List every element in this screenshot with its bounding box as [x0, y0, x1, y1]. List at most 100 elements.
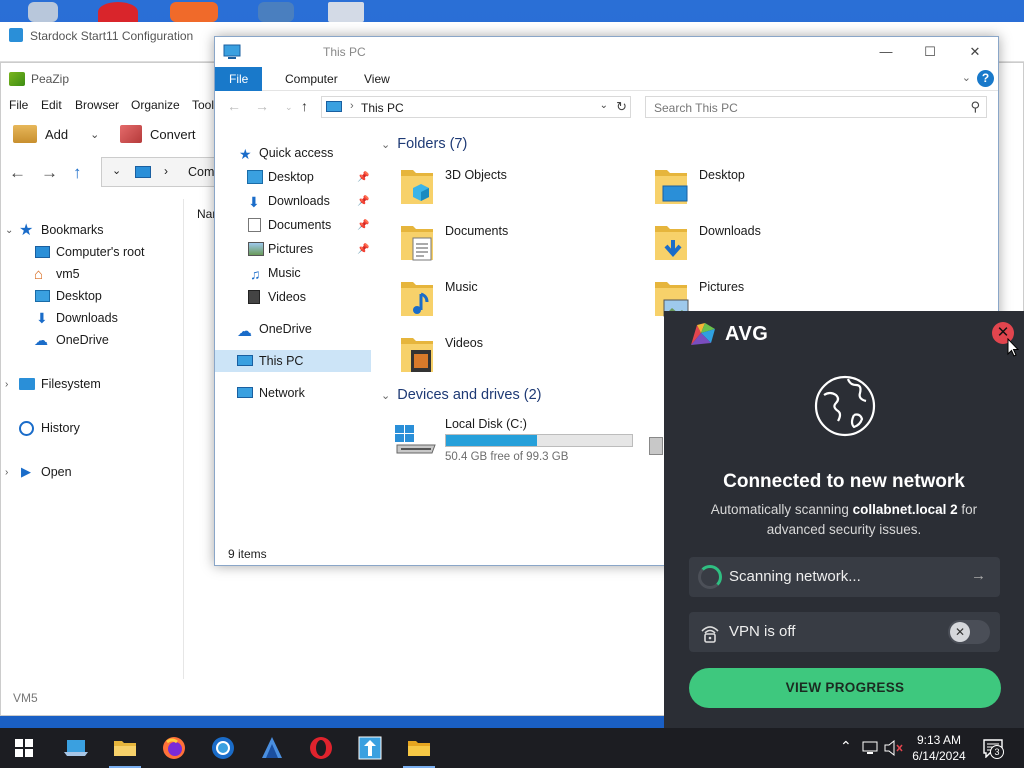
nav-item-network[interactable]: Network	[215, 382, 371, 404]
tab-computer[interactable]: Computer	[271, 67, 352, 91]
nav-item-desktop[interactable]: Desktop 📌	[215, 166, 371, 188]
menu-organize[interactable]: Organize	[131, 98, 180, 112]
address-text: This PC	[361, 101, 404, 115]
taskbar-app[interactable]	[248, 728, 296, 768]
forward-arrow-icon[interactable]: →	[41, 163, 58, 183]
tree-label: OneDrive	[56, 333, 109, 347]
nav-label: Quick access	[259, 146, 334, 160]
taskbar-clock[interactable]: 9:13 AM 6/14/2024	[906, 732, 972, 764]
folders-section-header[interactable]: ⌄ Folders (7)	[381, 136, 467, 152]
close-button[interactable]: ✕	[952, 41, 998, 63]
nav-item-pictures[interactable]: Pictures 📌	[215, 238, 371, 260]
add-button[interactable]: Add ⌄	[13, 125, 99, 143]
tab-view[interactable]: View	[350, 67, 404, 91]
chevron-down-icon[interactable]: ⌄	[5, 225, 13, 236]
view-progress-button[interactable]: VIEW PROGRESS	[689, 668, 1001, 708]
address-bar[interactable]: › This PC ⌄ ↻	[321, 96, 631, 118]
pin-icon[interactable]: 📌	[357, 244, 369, 255]
taskbar-start11[interactable]	[346, 728, 394, 768]
chevron-right-icon[interactable]: ›	[5, 467, 13, 478]
search-icon[interactable]: ⚲	[970, 99, 980, 115]
refresh-icon[interactable]: ↻	[616, 99, 627, 115]
chevron-down-icon[interactable]: ⌄	[90, 128, 99, 141]
computer-icon	[35, 246, 50, 258]
folder-desktop[interactable]: Desktop	[653, 166, 903, 214]
chevron-up-icon[interactable]: ⌃	[840, 738, 852, 755]
app-icon	[262, 737, 282, 758]
peazip-path-box[interactable]: ⌄ › Comp	[101, 157, 221, 187]
chevron-down-icon[interactable]: ⌄	[285, 102, 293, 113]
taskbar-file-explorer[interactable]	[101, 728, 149, 768]
nav-item-videos[interactable]: Videos	[215, 286, 371, 308]
help-button[interactable]: ?	[977, 70, 994, 87]
item-count-status: 9 items	[228, 547, 267, 561]
scanning-network-row[interactable]: Scanning network... →	[689, 557, 1000, 597]
chevron-down-icon[interactable]: ⌄	[381, 389, 390, 402]
chevron-down-icon[interactable]: ⌄	[112, 164, 121, 177]
folder-videos[interactable]: Videos	[399, 334, 649, 382]
notification-center-button[interactable]: 3	[982, 738, 1004, 761]
drive-local-disk-c[interactable]: Local Disk (C:) 50.4 GB free of 99.3 GB	[393, 415, 643, 465]
nav-item-quick-access[interactable]: ★ Quick access	[215, 142, 371, 164]
devices-section-header[interactable]: ⌄ Devices and drives (2)	[381, 387, 541, 403]
volume-muted-icon[interactable]	[884, 740, 904, 756]
folder-downloads[interactable]: Downloads	[653, 222, 903, 270]
play-icon: ▶	[21, 464, 31, 479]
peazip-pane-divider[interactable]	[183, 199, 184, 679]
nav-item-onedrive[interactable]: ☁ OneDrive	[215, 318, 371, 340]
pin-icon[interactable]: 📌	[357, 172, 369, 183]
nav-label: Network	[259, 386, 305, 400]
videos-folder-icon	[401, 338, 433, 372]
hard-drive-icon[interactable]	[649, 437, 663, 455]
desktop-icon[interactable]	[258, 2, 294, 22]
vpn-toggle[interactable]: ✕	[948, 620, 990, 644]
search-input[interactable]: Search This PC ⚲	[645, 96, 987, 118]
taskbar-opera[interactable]	[297, 728, 345, 768]
peazip-desktop-icon[interactable]	[170, 2, 218, 22]
arrow-right-icon[interactable]: →	[971, 567, 986, 584]
nav-item-documents[interactable]: Documents 📌	[215, 214, 371, 236]
network-icon[interactable]	[862, 741, 880, 755]
taskbar-chrome[interactable]	[199, 728, 247, 768]
taskbar-peazip[interactable]	[395, 728, 443, 768]
clock-time: 9:13 AM	[916, 733, 962, 747]
menu-tools[interactable]: Tool	[192, 98, 214, 112]
folder-documents[interactable]: Documents	[399, 222, 649, 270]
back-arrow-icon[interactable]: ←	[9, 163, 26, 183]
chevron-down-icon[interactable]: ⌄	[600, 100, 608, 111]
folder-3d-objects[interactable]: 3D Objects	[399, 166, 649, 214]
section-title: Folders (7)	[397, 136, 468, 152]
desktop-icon	[247, 170, 263, 184]
chevron-down-icon[interactable]: ⌄	[381, 138, 390, 151]
start-button[interactable]	[0, 728, 48, 768]
nav-item-this-pc[interactable]: This PC	[215, 350, 371, 372]
convert-button[interactable]: Convert	[120, 125, 196, 143]
up-arrow-icon[interactable]: ↑	[73, 163, 82, 183]
back-arrow-icon[interactable]: ←	[227, 98, 241, 114]
pin-icon[interactable]: 📌	[357, 220, 369, 231]
explorer-titlebar[interactable]: This PC — ☐ ✕	[215, 37, 998, 67]
tab-file[interactable]: File	[215, 67, 263, 91]
nav-item-downloads[interactable]: ⬇ Downloads 📌	[215, 190, 371, 212]
chevron-down-icon[interactable]: ⌄	[962, 71, 971, 84]
menu-browser[interactable]: Browser	[75, 98, 119, 112]
avg-notification-popup: AVG ✕ Connected to new network Automatic…	[664, 311, 1024, 728]
desktop-icon[interactable]	[328, 2, 364, 22]
menu-file[interactable]: File	[9, 98, 28, 112]
folder-music[interactable]: Music	[399, 278, 649, 326]
menu-edit[interactable]: Edit	[41, 98, 62, 112]
computer-icon	[223, 44, 241, 63]
taskbar-firefox[interactable]	[150, 728, 198, 768]
taskbar-explorer-pc[interactable]	[52, 728, 100, 768]
desktop-folder-icon	[655, 170, 688, 204]
minimize-button[interactable]: —	[863, 41, 909, 63]
drive-usage-fill	[446, 435, 538, 446]
maximize-button[interactable]: ☐	[907, 41, 953, 63]
desktop-icon[interactable]	[28, 2, 58, 22]
forward-arrow-icon[interactable]: →	[255, 98, 269, 114]
up-arrow-icon[interactable]: ↑	[301, 98, 308, 114]
chevron-right-icon[interactable]: ›	[5, 379, 13, 390]
nav-item-music[interactable]: ♫ Music	[215, 262, 371, 284]
opera-desktop-icon[interactable]	[98, 2, 138, 22]
pin-icon[interactable]: 📌	[357, 196, 369, 207]
